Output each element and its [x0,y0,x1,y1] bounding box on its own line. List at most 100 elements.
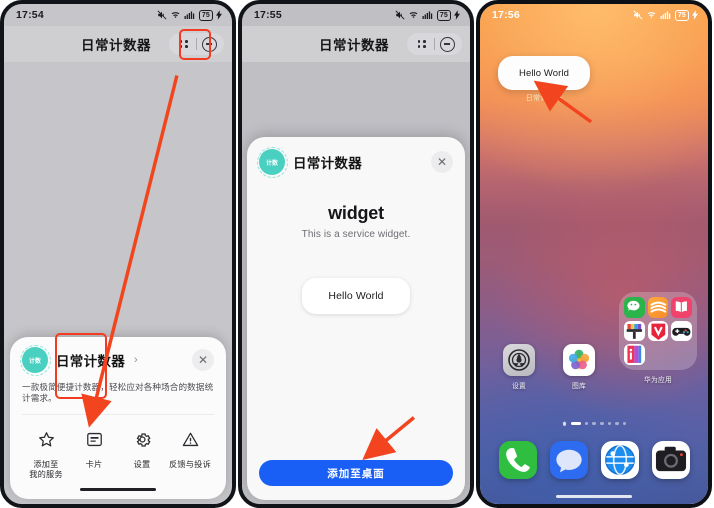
signal-icon [660,10,672,20]
phone-panel-1: 17:54 75 日常计数器 计数 日常计数器 › ✕ 一款极简便捷计数器，轻松… [0,0,236,508]
app-label: 设置 [512,383,526,390]
home-page-icon [562,421,567,426]
card-icon [76,425,112,455]
phone1-app-bar: 日常计数器 [4,26,232,62]
circle-minus-icon[interactable] [435,33,459,55]
sheet-app-name: 日常计数器 [56,354,125,370]
wifi-icon [646,10,657,20]
widget-preview-card[interactable]: Hello World [302,278,410,314]
phone2-app-bar: 日常计数器 [242,26,470,62]
app-info-sheet: 计数 日常计数器 › ✕ 一款极简便捷计数器，轻松应对各种场合的数据统计需求。 … [10,333,226,499]
phone-panel-2: 17:55 75 日常计数器 计数 日常计数器 ✕ widget This is… [238,0,474,508]
brush-icon [624,320,645,342]
add-to-home-button[interactable]: 添加至桌面 [259,460,453,486]
signal-icon [422,10,434,20]
action-label: 卡片 [85,459,103,469]
page-dot[interactable] [622,421,627,426]
widget-title: widget [328,203,384,223]
home-indicator[interactable] [556,495,632,498]
phone1-status-bar: 17:54 75 [4,4,232,26]
window-controls [169,33,224,55]
widget-picker-dialog: 计数 日常计数器 ✕ widget This is a service widg… [247,137,465,500]
home-widget-label: 日常计数器 [525,95,563,102]
phone-icon[interactable] [498,441,537,479]
dialog-app-name: 日常计数器 [293,156,362,171]
info-icon [624,344,645,365]
app-folder-huawei[interactable] [619,292,697,370]
app-gallery[interactable]: 图库 [556,344,602,390]
app-settings[interactable]: 设置 [496,344,542,390]
app-label: 图库 [572,383,586,390]
browser-icon[interactable] [600,441,639,479]
close-icon[interactable]: ✕ [192,349,214,372]
window-controls [407,33,462,55]
sheet-action-row: 添加至 我的服务 卡片 设置 反馈与投诉 [22,333,214,481]
mute-icon [395,10,405,20]
wifi-icon [408,10,419,20]
phone3-status-bar: 17:56 75 [480,4,708,26]
page-dot-active[interactable] [570,421,581,426]
app-description: 一款极简便捷计数器，轻松应对各种场合的数据统计需求。 [22,382,214,415]
action-add-to-my-services[interactable]: 添加至 我的服务 [22,425,70,481]
home-indicator[interactable] [80,488,156,491]
dialog-header: 计数 日常计数器 ✕ [247,137,465,178]
page-title: 日常计数器 [81,38,151,53]
action-card[interactable]: 卡片 [70,425,118,481]
chevron-right-icon[interactable]: › [134,354,138,366]
action-label: 设置 [133,459,151,469]
action-label: 添加至 我的服务 [29,459,63,479]
home-widget-card[interactable]: Hello World [498,56,590,90]
page-dot[interactable] [584,421,589,426]
page-dot[interactable] [615,421,619,426]
wechat-icon [624,297,645,318]
battery-indicator: 75 [198,9,213,21]
battery-indicator: 75 [674,9,689,21]
page-title: 日常计数器 [319,38,389,53]
settings-icon [503,344,535,376]
star-icon [28,425,64,455]
folder-label: 华为应用 [644,377,672,384]
phone1-screen: 17:54 75 日常计数器 计数 日常计数器 › ✕ 一款极简便捷计数器，轻松… [4,4,232,504]
drag-dots-icon[interactable] [410,33,434,55]
phone2-screen: 17:55 75 日常计数器 计数 日常计数器 ✕ widget This is… [242,4,470,504]
action-settings[interactable]: 设置 [118,425,166,481]
action-label: 反馈与投诉 [169,459,211,469]
action-feedback[interactable]: 反馈与投诉 [166,425,214,481]
sheet-header: 计数 日常计数器 › ✕ [19,344,214,376]
app-logo-icon: 计数 [256,146,288,178]
battery-indicator: 75 [436,9,451,21]
circle-minus-icon[interactable] [197,33,221,55]
status-clock: 17:55 [254,9,282,21]
page-dot[interactable] [592,421,596,426]
camera-icon[interactable] [651,441,690,479]
vmall-icon [647,320,669,342]
phone2-status-bar: 17:55 75 [242,4,470,26]
app-logo-icon: 计数 [19,344,51,376]
home-app-row: 设置 图库 [496,344,602,390]
home-dock [480,441,708,479]
book-icon [671,297,692,318]
gallery-icon [563,344,595,376]
page-indicator[interactable] [480,421,708,426]
signal-icon [184,10,196,20]
charging-icon [692,10,698,20]
mute-icon [157,10,167,20]
page-dot[interactable] [599,421,604,426]
wifi-icon [170,10,181,20]
messages-icon[interactable] [549,441,588,479]
close-icon[interactable]: ✕ [431,151,453,173]
drag-dots-icon[interactable] [172,33,196,55]
charging-icon [454,10,460,20]
mute-icon [633,10,643,20]
screenshot-stage: 17:54 75 日常计数器 计数 日常计数器 › ✕ 一款极简便捷计数器，轻松… [0,0,714,508]
phone-panel-3: 17:56 75 Hello World 日常计数器 设置 图库 华为应用 [476,0,712,508]
status-clock: 17:56 [492,9,520,21]
page-dot[interactable] [607,421,612,426]
charging-icon [216,10,222,20]
warning-icon [172,425,208,455]
widget-subtitle: This is a service widget. [301,229,411,240]
notes-icon [647,297,669,318]
game-icon [671,320,692,342]
gear-icon [124,425,160,455]
status-clock: 17:54 [16,9,44,21]
